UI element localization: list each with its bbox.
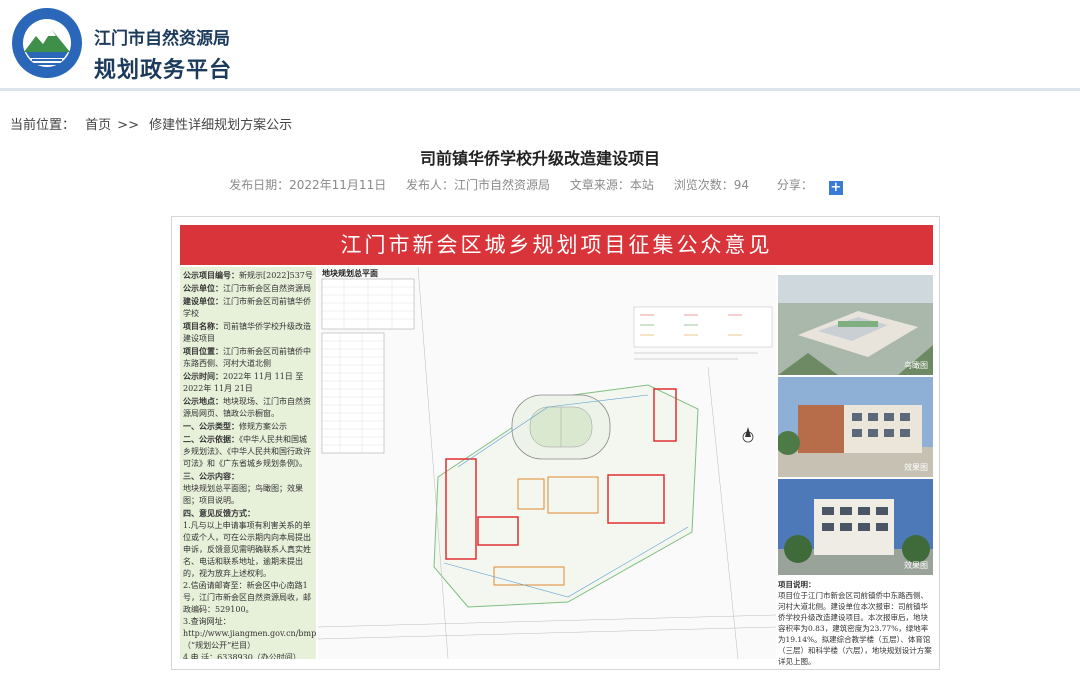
info-row: 4.电 话：6338930（办公时间） <box>183 652 313 659</box>
info-row-label: 项目位置： <box>183 346 223 356</box>
platform-name: 规划政务平台 <box>94 58 233 83</box>
breadcrumb: 当前位置： 首页 >> 修建性详细规划方案公示 <box>10 114 298 133</box>
info-row: 公示单位：江门市新会区自然资源局 <box>183 282 313 295</box>
org-name: 江门市自然资源局 <box>94 29 230 49</box>
breadcrumb-label: 当前位置： <box>10 118 76 133</box>
breadcrumb-separator: >> <box>117 118 139 133</box>
info-row-label: 公示单位： <box>183 283 223 293</box>
share-area: 分享： + <box>769 178 851 195</box>
notice-poster[interactable]: 江门市新会区城乡规划项目征集公众意见 公示项目编号：新规示[2022]537号公… <box>171 216 940 670</box>
info-row-label: 二、公示依据： <box>183 434 239 444</box>
info-row-text: 地块规划总平面图；鸟瞰图；效果图；项目说明。 <box>183 484 303 505</box>
info-row: 3.查询网址：http://www.jiangmen.gov.cn/bmpd/j… <box>183 616 316 652</box>
view-count: 浏览次数：94 <box>673 178 750 192</box>
info-row: 1.凡与以上申请事项有利害关系的单位或个人，可在公示期内向本局提出申诉，反馈意见… <box>183 520 313 580</box>
publisher: 发布人：江门市自然资源局 <box>406 178 551 192</box>
article-meta: 发布日期：2022年11月11日 发布人：江门市自然资源局 文章来源：本站 浏览… <box>0 176 1080 195</box>
info-row: 四、意见反馈方式： <box>183 507 313 520</box>
info-row-label: 公示项目编号： <box>183 270 239 280</box>
info-row-label: 建设单位： <box>183 296 223 306</box>
render-caption-2: 效果图 <box>904 463 928 472</box>
desc-text: 项目位于江门市新会区司前镇侨中东路西侧、河村大道北侧。建设单位本次报审：司前镇华… <box>778 591 932 666</box>
share-plus-icon[interactable]: + <box>828 181 843 195</box>
building-rendering-2: 效果图 <box>778 479 933 575</box>
info-row-label: 四、意见反馈方式： <box>183 508 255 518</box>
share-label: 分享： <box>776 178 813 192</box>
notice-info-panel: 公示项目编号：新规示[2022]537号 公示单位：江门市新会区自然资源局 建设单位… <box>180 267 316 659</box>
info-row: 项目位置：江门市新会区司前镇侨中东路西侧、河村大道北侧 <box>183 345 313 370</box>
site-plan-drawing: 地块规划总平面 <box>318 267 776 659</box>
info-row: 一、公示类型：修规方案公示 <box>183 420 313 433</box>
info-row: 二、公示依据：《中华人民共和国城乡规划法》、《中华人民共和国行政许可法》和《广东… <box>183 433 313 470</box>
poster-banner: 江门市新会区城乡规划项目征集公众意见 <box>180 225 933 265</box>
header-divider <box>0 88 1080 91</box>
article-source: 文章来源：本站 <box>569 178 654 192</box>
info-row-label: 公示地点： <box>183 396 223 406</box>
info-row-label: 公示时间： <box>183 371 223 381</box>
info-row-text: 1.凡与以上申请事项有利害关系的单位或个人，可在公示期内向本局提出申诉，反馈意见… <box>183 521 311 578</box>
info-row-text: 修规方案公示 <box>239 422 287 431</box>
info-row: 建设单位：江门市新会区司前镇华侨学校 <box>183 295 313 320</box>
bureau-logo[interactable] <box>10 6 84 80</box>
plan-title: 地块规划总平面 <box>322 269 378 278</box>
info-row-text: 江门市新会区自然资源局 <box>223 284 311 293</box>
info-row: 公示项目编号：新规示[2022]537号 <box>183 269 313 282</box>
site-plan-svg <box>318 267 776 659</box>
site-header: 江门市自然资源局 规划政务平台 <box>0 0 1080 88</box>
building-rendering-1: 效果图 <box>778 377 933 477</box>
info-row: 地块规划总平面图；鸟瞰图；效果图；项目说明。 <box>183 483 313 507</box>
aerial-rendering: 鸟瞰图 <box>778 275 933 375</box>
info-row-label: 三、公示内容： <box>183 471 239 481</box>
info-row-label: 项目名称： <box>183 321 223 331</box>
info-row: 2.信函请邮寄至：新会区中心南路1号，江门市新会区自然资源局收，邮政编码：529… <box>183 580 313 616</box>
info-row: 项目名称：司前镇华侨学校升级改造建设项目 <box>183 320 313 345</box>
project-description: 项目说明： 项目位于江门市新会区司前镇侨中东路西侧、河村大道北侧。建设单位本次报… <box>778 579 933 667</box>
render-caption-1: 鸟瞰图 <box>904 361 928 370</box>
info-row-text: 4.电 话：6338930（办公时间） <box>183 653 301 659</box>
info-row-text: 3.查询网址：http://www.jiangmen.gov.cn/bmpd/j… <box>183 617 316 650</box>
breadcrumb-current-link[interactable]: 修建性详细规划方案公示 <box>149 118 292 133</box>
publish-date: 发布日期：2022年11月11日 <box>229 178 387 192</box>
article-title: 司前镇华侨学校升级改造建设项目 <box>419 149 660 168</box>
info-row-label: 一、公示类型： <box>183 421 239 431</box>
info-row-text: 2.信函请邮寄至：新会区中心南路1号，江门市新会区自然资源局收，邮政编码：529… <box>183 581 311 614</box>
info-row: 公示时间：2022年 11月 11日 至 2022年 11月 21日 <box>183 370 313 395</box>
info-row-text: 新规示[2022]537号 <box>239 271 313 280</box>
rendering-column: 鸟瞰图 效果图 效果图 项目说明： 项目位于江门市新会区司前镇侨中东路西侧、河村… <box>778 275 933 666</box>
info-row: 三、公示内容： <box>183 470 313 483</box>
render-caption-3: 效果图 <box>904 561 928 570</box>
desc-title: 项目说明： <box>778 580 816 589</box>
info-row: 公示地点：地块现场、江门市自然资源局网页、镇政公示橱窗。 <box>183 395 313 420</box>
breadcrumb-home-link[interactable]: 首页 <box>85 118 111 133</box>
